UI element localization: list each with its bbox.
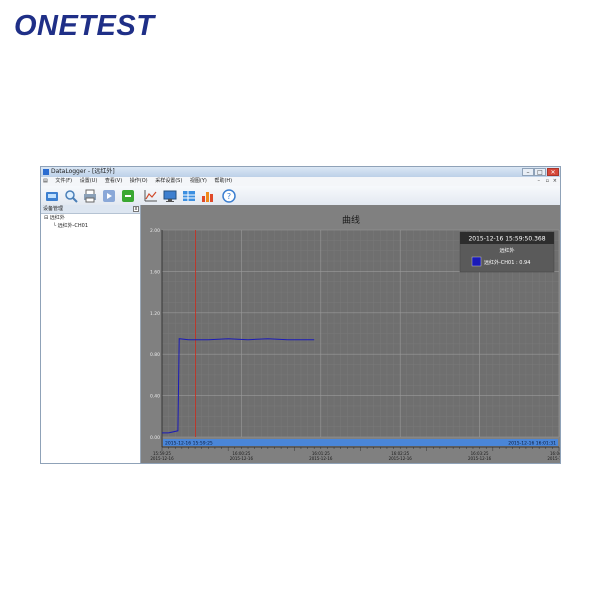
x-tick-date-label: 2015-12-16: [389, 456, 413, 461]
menu-help[interactable]: 帮助(H): [211, 177, 235, 186]
y-tick-label: 2.00: [150, 228, 160, 234]
tree-node-device[interactable]: ⊟ 远红外: [41, 214, 140, 222]
chart-panel: 曲线 2.00 1.60 1.20 0.80 0.40 0.00 2015-12-16 15:…: [141, 205, 561, 464]
help-icon[interactable]: ?: [222, 188, 236, 203]
table-icon[interactable]: [182, 188, 196, 202]
y-tick-label: 1.60: [150, 269, 160, 275]
panel-close-button[interactable]: x: [133, 206, 139, 212]
device-settings-icon[interactable]: [45, 188, 59, 202]
window-title: DataLogger - [远红外]: [51, 168, 115, 175]
y-tick-label: 1.20: [150, 311, 160, 317]
menu-view[interactable]: 查看(V): [102, 177, 125, 186]
menu-window[interactable]: 视图(Y): [187, 177, 210, 186]
range-end-label: 2015-12-16 16:01:31: [508, 441, 556, 447]
tree-node-label: 远红外: [49, 215, 65, 221]
y-tick-label: 0.00: [150, 435, 160, 441]
device-manager-title: 设备管理: [43, 206, 64, 212]
mdi-close-button[interactable]: ×: [553, 177, 557, 186]
tooltip-group: 远红外: [499, 247, 514, 254]
chart-canvas[interactable]: 曲线 2.00 1.60 1.20 0.80 0.40 0.00 2015-12-16 15:…: [141, 205, 561, 464]
y-tick-label: 0.80: [150, 352, 160, 358]
tree-node-channel[interactable]: └ 远红外-CH01: [41, 222, 140, 230]
tooltip-series-swatch: [471, 256, 482, 267]
y-tick-label: 0.40: [150, 394, 160, 400]
menu-settings[interactable]: 设置(U): [77, 177, 101, 186]
range-start-label: 2015-12-16 15:59:25: [165, 441, 213, 447]
chart-title: 曲线: [342, 214, 360, 226]
line-chart-icon[interactable]: [144, 188, 158, 202]
title-bar: DataLogger - [远红外] – □ ✕: [41, 167, 560, 177]
menu-operate[interactable]: 操作(O): [127, 177, 151, 186]
close-button[interactable]: ✕: [547, 168, 559, 176]
search-icon[interactable]: [64, 188, 78, 203]
mdi-minimize-button[interactable]: –: [538, 177, 541, 186]
time-range-bar: [163, 439, 558, 446]
app-icon: [43, 169, 49, 175]
menu-app-icon[interactable]: ▤: [41, 177, 51, 186]
x-tick-date-label: 2015-12-16: [150, 456, 174, 461]
monitor-icon[interactable]: [163, 188, 177, 202]
device-manager-header: 设备管理 x: [41, 205, 140, 214]
device-manager-panel: 设备管理 x ⊟ 远红外 └ 远红外-CH01: [41, 205, 141, 463]
export-icon[interactable]: [121, 188, 135, 202]
menu-sampling[interactable]: 采样设置(S): [152, 177, 185, 186]
app-window: DataLogger - [远红外] – □ ✕ ▤ 文件(F) 设置(U) 查…: [40, 166, 561, 464]
tree-collapse-icon[interactable]: ⊟: [44, 215, 48, 221]
tooltip-entry: 远红外-CH01 : 0.94: [484, 259, 530, 266]
svg-text:?: ?: [227, 192, 231, 201]
tree-node-label: 远红外-CH01: [57, 223, 89, 229]
mdi-restore-button[interactable]: ▫: [546, 177, 549, 186]
toolbar: ?: [41, 186, 560, 206]
minimize-button[interactable]: –: [522, 168, 534, 176]
x-tick-date-label: 2015-12-16: [309, 456, 333, 461]
menu-bar: ▤ 文件(F) 设置(U) 查看(V) 操作(O) 采样设置(S) 视图(Y) …: [41, 177, 560, 186]
menu-file[interactable]: 文件(F): [52, 177, 75, 186]
forward-icon[interactable]: [102, 188, 116, 202]
brand-logo: ONETEST: [14, 10, 155, 42]
x-tick-date-label: 2015-12-16: [230, 456, 254, 461]
maximize-button[interactable]: □: [534, 168, 546, 176]
bar-chart-icon[interactable]: [201, 188, 215, 202]
tree-branch-icon: └: [53, 223, 57, 229]
x-tick-date-label: 2015-12-16: [468, 456, 492, 461]
tooltip-timestamp: 2015-12-16 15:59:50.368: [468, 236, 545, 243]
print-icon[interactable]: [83, 188, 97, 203]
x-tick-date-label: 2015-12-16: [547, 456, 561, 461]
